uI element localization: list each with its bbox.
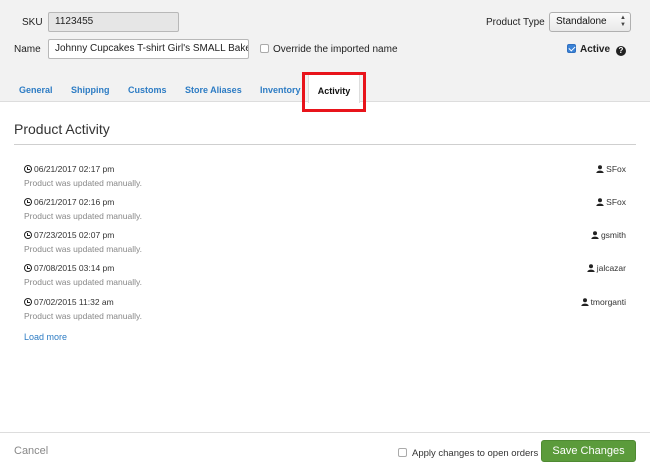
apply-open-orders-label: Apply changes to open orders xyxy=(412,448,539,459)
product-type-select[interactable]: Standalone ▲ ▼ xyxy=(549,12,631,32)
activity-entry: 07/02/2015 11:32 am Product was updated … xyxy=(24,297,626,327)
user-icon xyxy=(587,264,595,272)
activity-timestamp: 07/08/2015 03:14 pm xyxy=(24,263,114,273)
activity-entry: 06/21/2017 02:16 pm Product was updated … xyxy=(24,197,626,227)
page-title: Product Activity xyxy=(14,121,110,137)
clock-icon xyxy=(24,298,32,306)
tab-customs[interactable]: Customs xyxy=(128,74,167,102)
user-icon xyxy=(596,165,604,173)
name-label: Name xyxy=(14,44,41,55)
user-icon xyxy=(596,198,604,206)
activity-user: tmorganti xyxy=(580,297,626,307)
timestamp-text: 07/02/2015 11:32 am xyxy=(34,297,114,307)
activity-timestamp: 06/21/2017 02:16 pm xyxy=(24,197,114,207)
activity-entry: 06/21/2017 02:17 pm Product was updated … xyxy=(24,164,626,194)
sku-input[interactable]: 1123455 xyxy=(48,12,179,32)
apply-open-orders-checkbox[interactable] xyxy=(398,448,407,457)
user-name: tmorganti xyxy=(590,297,626,307)
active-label: Active xyxy=(580,44,611,55)
activity-user: SFox xyxy=(596,164,626,174)
activity-timestamp: 07/23/2015 02:07 pm xyxy=(24,230,114,240)
activity-user: gsmith xyxy=(591,230,626,240)
timestamp-text: 06/21/2017 02:16 pm xyxy=(34,197,115,207)
timestamp-text: 07/23/2015 02:07 pm xyxy=(34,230,115,240)
user-icon xyxy=(591,231,599,239)
activity-timestamp: 06/21/2017 02:17 pm xyxy=(24,164,114,174)
activity-description: Product was updated manually. xyxy=(24,277,142,287)
tab-store-aliases[interactable]: Store Aliases xyxy=(185,74,242,102)
clock-icon xyxy=(24,264,32,272)
activity-description: Product was updated manually. xyxy=(24,244,142,254)
cancel-button[interactable]: Cancel xyxy=(14,445,48,457)
name-input[interactable]: Johnny Cupcakes T-shirt Girl's SMALL Bak… xyxy=(48,39,249,59)
activity-description: Product was updated manually. xyxy=(24,311,142,321)
clock-icon xyxy=(24,165,32,173)
footer-bar: Cancel Apply changes to open orders Save… xyxy=(0,432,650,469)
activity-entry: 07/23/2015 02:07 pm Product was updated … xyxy=(24,230,626,260)
select-arrows-icon: ▲ ▼ xyxy=(620,15,626,28)
tab-inventory[interactable]: Inventory xyxy=(260,74,301,102)
help-icon[interactable]: ? xyxy=(616,46,626,56)
tab-shipping[interactable]: Shipping xyxy=(71,74,110,102)
timestamp-text: 06/21/2017 02:17 pm xyxy=(34,164,115,174)
clock-icon xyxy=(24,231,32,239)
product-type-value: Standalone xyxy=(556,16,607,27)
product-type-label: Product Type xyxy=(486,17,545,28)
user-name: SFox xyxy=(606,197,626,207)
activity-user: jalcazar xyxy=(587,263,626,273)
activity-timestamp: 07/02/2015 11:32 am xyxy=(24,297,114,307)
save-changes-button[interactable]: Save Changes xyxy=(541,440,636,462)
activity-tab-highlight xyxy=(302,72,366,112)
user-icon xyxy=(580,298,589,306)
override-name-label: Override the imported name xyxy=(273,44,398,55)
activity-description: Product was updated manually. xyxy=(24,178,142,188)
user-name: jalcazar xyxy=(596,263,626,273)
title-divider xyxy=(14,144,636,145)
user-name: SFox xyxy=(606,164,626,174)
sku-label: SKU xyxy=(22,17,43,28)
activity-description: Product was updated manually. xyxy=(24,211,142,221)
clock-icon xyxy=(24,198,32,206)
load-more-link[interactable]: Load more xyxy=(24,332,67,342)
user-name: gsmith xyxy=(600,230,626,240)
override-name-checkbox[interactable] xyxy=(260,44,269,53)
activity-user: SFox xyxy=(596,197,626,207)
activity-entry: 07/08/2015 03:14 pm Product was updated … xyxy=(24,263,626,293)
tab-general[interactable]: General xyxy=(19,74,53,102)
timestamp-text: 07/08/2015 03:14 pm xyxy=(34,263,115,273)
active-checkbox[interactable] xyxy=(567,44,576,53)
